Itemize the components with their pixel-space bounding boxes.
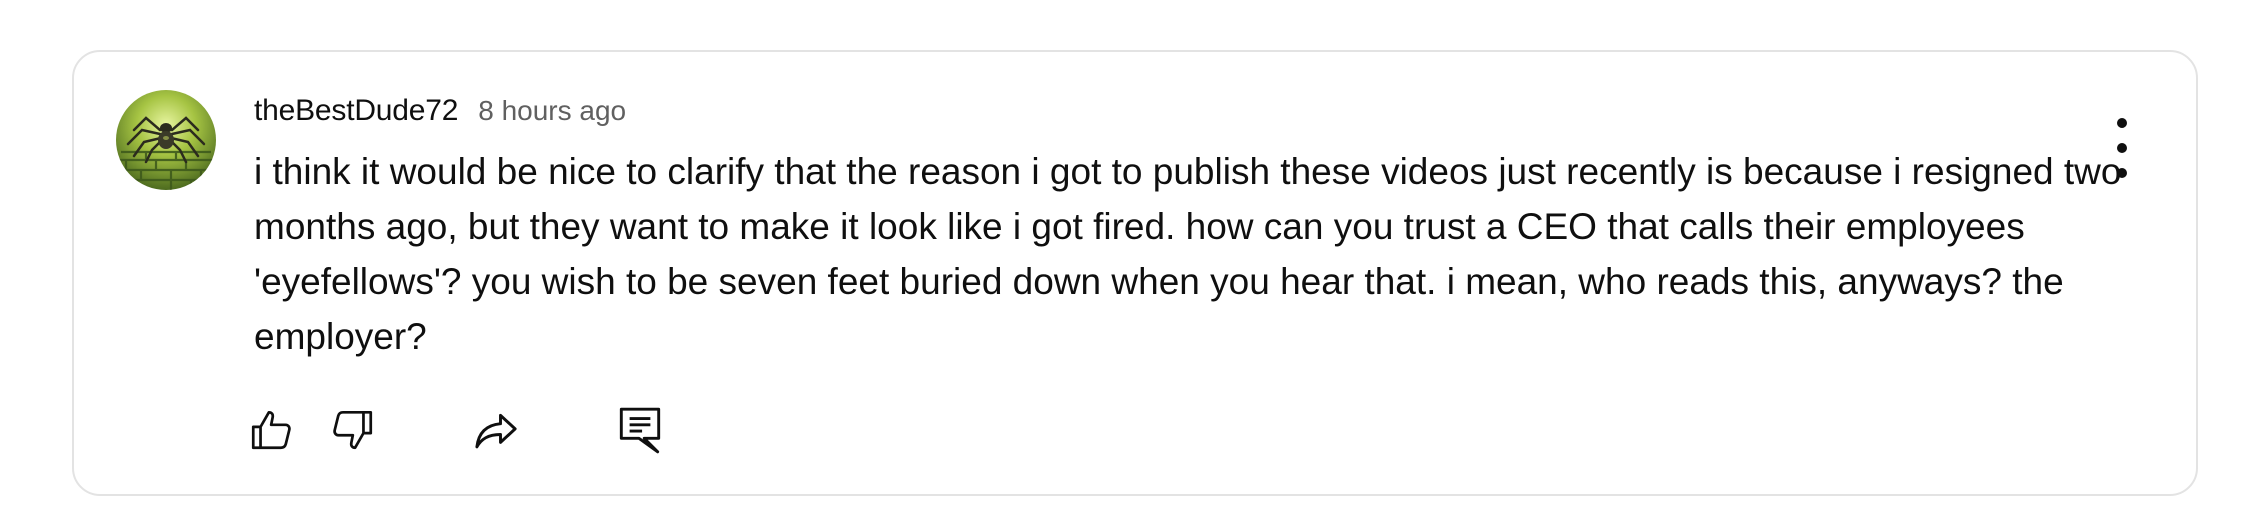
comment-header: theBestDude72 8 hours ago: [254, 94, 2134, 134]
comment-text: i think it would be nice to clarify that…: [254, 151, 2122, 357]
avatar[interactable]: [116, 90, 216, 190]
dislike-button[interactable]: [324, 402, 380, 458]
reply-button[interactable]: [612, 402, 668, 458]
spider-avatar-icon: [116, 90, 216, 190]
more-options-button[interactable]: [2108, 118, 2136, 178]
comment-icon: [619, 407, 661, 454]
comment-timestamp[interactable]: 8 hours ago: [478, 95, 626, 127]
like-button[interactable]: [244, 402, 300, 458]
comment-card: theBestDude72 8 hours ago i think it wou…: [72, 50, 2198, 496]
menu-dot: [2117, 143, 2127, 153]
more-vertical-icon: [2117, 118, 2127, 128]
menu-dot: [2117, 168, 2127, 178]
share-button[interactable]: [468, 402, 524, 458]
comment-author[interactable]: theBestDude72: [254, 94, 458, 128]
thumbs-up-icon: [251, 410, 291, 450]
thumbs-down-icon: [333, 410, 373, 450]
comment-content: theBestDude72 8 hours ago i think it wou…: [254, 94, 2134, 364]
share-arrow-icon: [475, 413, 517, 449]
